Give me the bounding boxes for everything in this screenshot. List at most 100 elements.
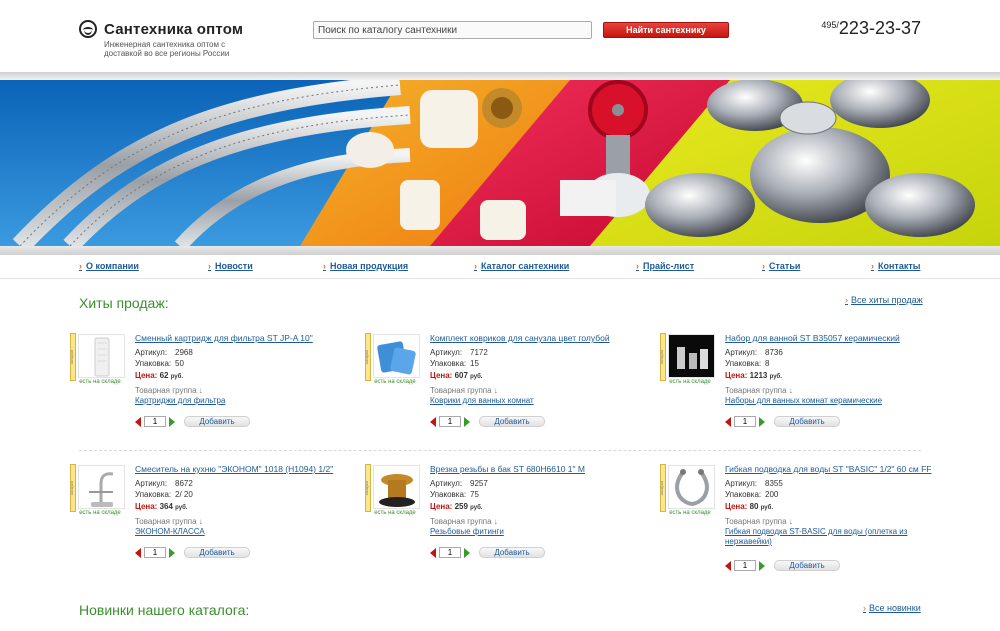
price-currency: руб. — [175, 505, 188, 511]
increase-arrow-icon[interactable] — [759, 416, 765, 427]
sku-value: 2968 — [175, 348, 193, 357]
increase-arrow-icon[interactable] — [759, 560, 765, 571]
pack-label: Упаковка: — [725, 359, 762, 368]
product-name-link[interactable]: Набор для ванной ST B35057 керамический — [725, 333, 900, 343]
product-image[interactable] — [373, 465, 420, 509]
sku-value: 8355 — [765, 479, 783, 488]
add-to-cart-button[interactable]: Добавить — [774, 560, 840, 571]
product-image[interactable] — [668, 465, 715, 509]
nav-chevron-icon: › — [208, 261, 211, 271]
increase-arrow-icon[interactable] — [464, 416, 470, 427]
product-name-link[interactable]: Смеситель на кухню "ЭКОНОМ" 1018 (Н1094)… — [135, 464, 333, 474]
product-card: рейтинг есть на складе Набор для ванной ST… — [660, 333, 950, 443]
product-price: Цена: 80 руб. — [725, 502, 773, 511]
product-group-link[interactable]: Резьбовые фитинги — [430, 527, 650, 537]
search-button[interactable]: Найти сантехнику — [603, 22, 729, 38]
nav-contacts-label: Контакты — [878, 261, 921, 271]
product-name-link[interactable]: Гибкая подводка для воды ST "BASIC" 1/2"… — [725, 464, 931, 474]
add-to-cart-button[interactable]: Добавить — [479, 416, 545, 427]
decrease-arrow-icon[interactable] — [430, 416, 436, 427]
product-group-link[interactable]: Гибкая подводка ST-BASIC для воды (оплет… — [725, 527, 925, 547]
nav-articles-label: Статьи — [769, 261, 801, 271]
product-image[interactable] — [668, 334, 715, 378]
product-group-label: Товарная группа ↓ — [725, 517, 793, 526]
increase-arrow-icon[interactable] — [464, 547, 470, 558]
product-group-label: Товарная группа ↓ — [430, 386, 498, 395]
quantity-stepper[interactable] — [135, 547, 175, 558]
decrease-arrow-icon[interactable] — [725, 560, 731, 571]
product-sku: Артикул: 7172 — [430, 348, 488, 357]
search-input[interactable] — [313, 21, 592, 39]
row-divider — [79, 450, 921, 451]
nav-catalog-label: Каталог сантехники — [481, 261, 570, 271]
nav-new-products[interactable]: › Новая продукция — [323, 261, 408, 271]
decrease-arrow-icon[interactable] — [725, 416, 731, 427]
product-group-link[interactable]: Наборы для ванных комнат керамические — [725, 396, 945, 406]
quantity-input[interactable] — [734, 560, 756, 571]
product-price: Цена: 62 руб. — [135, 371, 183, 380]
product-group-link[interactable]: ЭКОНОМ-КЛАССА — [135, 527, 355, 537]
product-group-link[interactable]: Картриджи для фильтра — [135, 396, 355, 406]
quantity-input[interactable] — [439, 547, 461, 558]
add-to-cart-button[interactable]: Добавить — [184, 416, 250, 427]
decrease-arrow-icon[interactable] — [135, 416, 141, 427]
quantity-input[interactable] — [439, 416, 461, 427]
in-stock-label: есть на складе — [374, 510, 416, 516]
quantity-stepper[interactable] — [725, 416, 765, 427]
product-group-label: Товарная группа ↓ — [135, 517, 203, 526]
nav-price-list[interactable]: › Прайс-лист — [636, 261, 694, 271]
quantity-input[interactable] — [144, 547, 166, 558]
product-name-link[interactable]: Комплект ковриков для санузла цвет голуб… — [430, 333, 610, 343]
nav-news[interactable]: › Новости — [208, 261, 253, 271]
product-name-link[interactable]: Сменный картридж для фильтра ST JP-A 10" — [135, 333, 313, 343]
product-card: рейтинг есть на складе Врезка резьбы в бак… — [365, 464, 655, 574]
product-image[interactable] — [78, 334, 125, 378]
decrease-arrow-icon[interactable] — [135, 547, 141, 558]
rating-bar: рейтинг — [70, 464, 76, 512]
quantity-stepper[interactable] — [430, 416, 470, 427]
product-sku: Артикул: 8355 — [725, 479, 783, 488]
product-pack: Упаковка: 8 — [725, 359, 769, 368]
product-price: Цена: 607 руб. — [430, 371, 482, 380]
price-value: 607 — [454, 371, 468, 380]
all-hits-link[interactable]: › Все хиты продаж — [845, 295, 923, 305]
nav-contacts[interactable]: › Контакты — [871, 261, 920, 271]
nav-catalog[interactable]: › Каталог сантехники — [474, 261, 569, 271]
product-sku: Артикул: 8672 — [135, 479, 193, 488]
link-chevron-icon: › — [845, 295, 848, 305]
product-image[interactable] — [78, 465, 125, 509]
nav-about[interactable]: › О компании — [79, 261, 139, 271]
price-currency: руб. — [470, 374, 483, 380]
product-image[interactable] — [373, 334, 420, 378]
add-to-cart-button[interactable]: Добавить — [774, 416, 840, 427]
quantity-input[interactable] — [144, 416, 166, 427]
quantity-stepper[interactable] — [430, 547, 470, 558]
all-new-link[interactable]: › Все новинки — [863, 603, 921, 613]
price-currency: руб. — [760, 505, 774, 511]
rating-bar: рейтинг — [70, 333, 76, 381]
sku-label: Артикул: — [430, 348, 463, 357]
product-sku: Артикул: 8736 — [725, 348, 783, 357]
product-name-link[interactable]: Врезка резьбы в бак ST 680Н6610 1" М — [430, 464, 585, 474]
price-label: Цена: — [135, 371, 158, 380]
price-label: Цена: — [135, 502, 158, 511]
add-to-cart-button[interactable]: Добавить — [184, 547, 250, 558]
nav-articles[interactable]: › Статьи — [762, 261, 800, 271]
pack-value: 50 — [175, 359, 184, 368]
quantity-stepper[interactable] — [725, 560, 765, 571]
product-pack: Упаковка: 75 — [430, 490, 479, 499]
decrease-arrow-icon[interactable] — [430, 547, 436, 558]
pack-label: Упаковка: — [135, 490, 172, 499]
quantity-stepper[interactable] — [135, 416, 175, 427]
add-to-cart-button[interactable]: Добавить — [479, 547, 545, 558]
increase-arrow-icon[interactable] — [169, 547, 175, 558]
price-currency: руб. — [470, 505, 483, 511]
quantity-input[interactable] — [734, 416, 756, 427]
logo[interactable]: Сантехника оптом — [79, 20, 243, 38]
sku-value: 9257 — [470, 479, 488, 488]
sku-value: 8672 — [175, 479, 193, 488]
link-chevron-icon: › — [863, 603, 866, 613]
header-divider — [0, 72, 1000, 80]
product-group-link[interactable]: Коврики для ванных комнат — [430, 396, 650, 406]
increase-arrow-icon[interactable] — [169, 416, 175, 427]
